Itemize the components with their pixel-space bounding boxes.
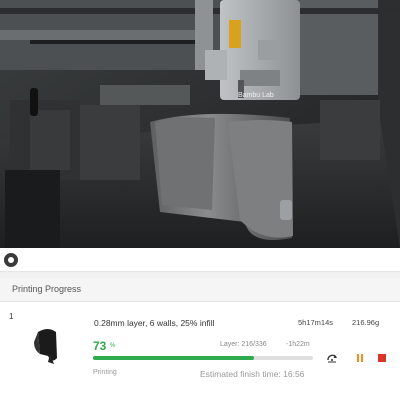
- printer-chamber-image: Bambu Lab: [0, 0, 400, 248]
- model-thumbnail: [34, 329, 57, 364]
- progress-percent-sign: %: [110, 343, 116, 349]
- print-settings: 0.28mm layer, 6 walls, 25% infill: [94, 318, 215, 328]
- time-remaining: -1h22m: [286, 341, 310, 348]
- speed-icon[interactable]: [326, 352, 338, 364]
- pause-icon[interactable]: [354, 352, 366, 364]
- stop-icon[interactable]: [376, 352, 388, 364]
- plate-number: 1: [9, 312, 14, 321]
- estimated-finish-time: Estimated finish time: 16:56: [200, 369, 305, 379]
- record-dot-icon[interactable]: [4, 253, 18, 267]
- printing-progress-header: Printing Progress: [0, 278, 400, 302]
- camera-toolbar: [0, 248, 400, 272]
- progress-percent: 73: [93, 339, 107, 353]
- brand-label: Bambu Lab: [238, 92, 274, 99]
- progress-bar-fill: [93, 356, 254, 360]
- printing-progress-title: Printing Progress: [12, 284, 82, 294]
- progress-bar: [93, 356, 313, 360]
- print-time: 5h17m14s: [298, 318, 334, 327]
- camera-feed: Bambu Lab: [0, 0, 400, 248]
- filament-weight: 216.96g: [352, 318, 380, 327]
- print-status: Printing: [93, 369, 117, 376]
- layer-count: Layer: 216/336: [220, 341, 267, 348]
- printing-progress-panel: 1 0.28mm layer, 6 walls, 25% infill 5h17…: [0, 302, 400, 412]
